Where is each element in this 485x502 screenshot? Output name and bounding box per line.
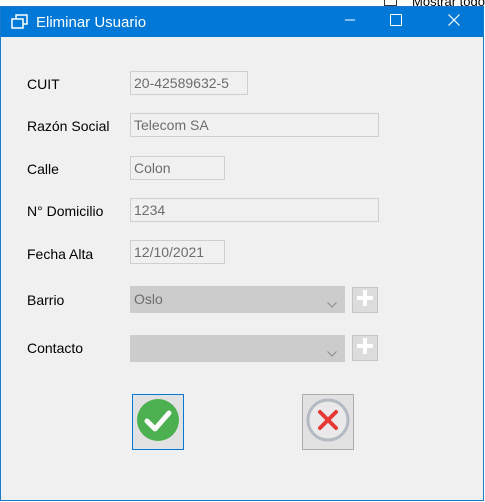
plus-icon xyxy=(356,289,374,312)
domicilio-field[interactable]: 1234 xyxy=(130,198,379,222)
minimize-button[interactable] xyxy=(327,7,373,37)
calle-field[interactable]: Colon xyxy=(130,156,225,180)
chevron-down-icon xyxy=(327,295,337,311)
add-contacto-button[interactable] xyxy=(352,335,378,361)
cuit-field[interactable]: 20-42589632-5 xyxy=(130,71,248,95)
barrio-selected-value: Oslo xyxy=(134,291,163,307)
razon-social-field[interactable]: Telecom SA xyxy=(130,113,379,137)
razon-social-label: Razón Social xyxy=(27,118,110,134)
fecha-alta-field[interactable]: 12/10/2021 xyxy=(130,240,225,264)
domicilio-label: N° Domicilio xyxy=(27,203,104,219)
chevron-down-icon xyxy=(327,344,337,360)
maximize-button[interactable] xyxy=(373,7,419,37)
fecha-alta-label: Fecha Alta xyxy=(27,246,94,262)
plus-icon xyxy=(356,337,374,360)
add-barrio-button[interactable] xyxy=(352,287,378,313)
minimize-icon xyxy=(344,13,356,31)
confirm-delete-button[interactable] xyxy=(132,394,184,450)
close-button[interactable] xyxy=(431,7,477,37)
contacto-label: Contacto xyxy=(27,340,84,356)
window-title: Eliminar Usuario xyxy=(36,14,147,31)
dialog-window: Eliminar Usuario CUIT 20-42589632-5 Razó… xyxy=(0,6,484,501)
calle-label: Calle xyxy=(27,161,59,177)
windows-icon xyxy=(11,14,29,30)
cuit-label: CUIT xyxy=(27,76,60,92)
barrio-label: Barrio xyxy=(27,292,65,308)
cancel-button[interactable] xyxy=(302,394,354,450)
barrio-select[interactable]: Oslo xyxy=(130,286,345,313)
close-icon xyxy=(448,13,460,31)
checkmark-icon xyxy=(136,398,180,447)
maximize-icon xyxy=(390,13,402,31)
contacto-select[interactable] xyxy=(130,335,345,362)
x-icon xyxy=(306,398,350,447)
title-bar[interactable]: Eliminar Usuario xyxy=(1,7,483,37)
